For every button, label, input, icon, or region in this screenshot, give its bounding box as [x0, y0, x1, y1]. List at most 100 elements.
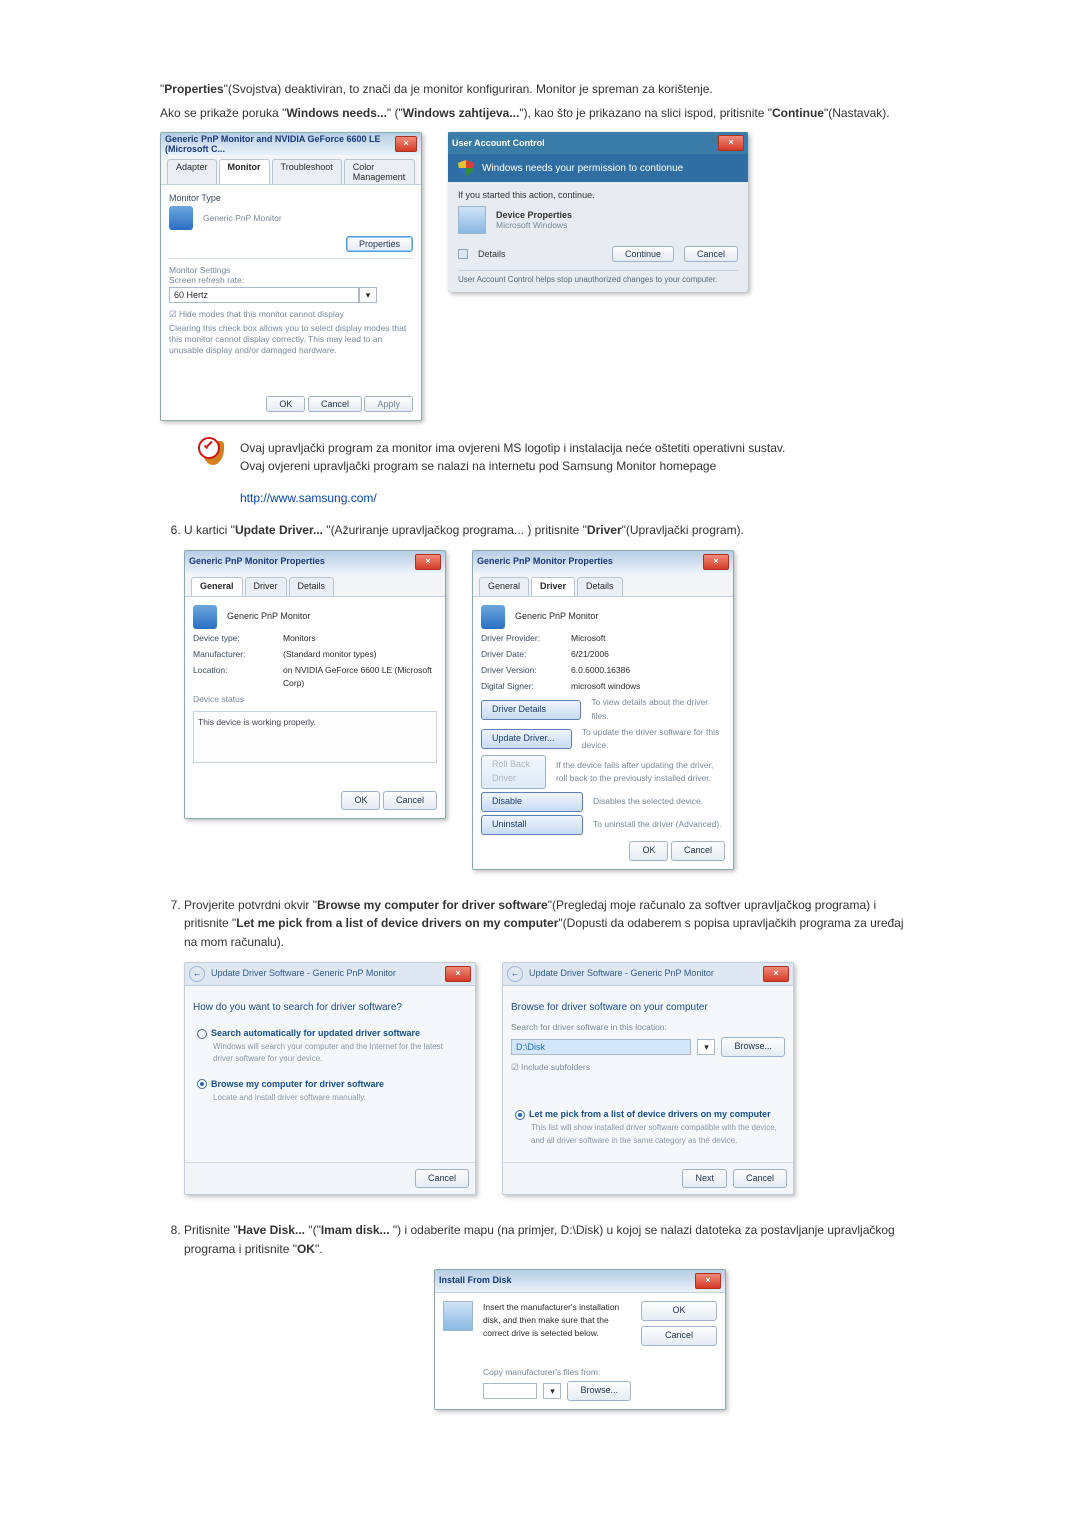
step-6: U kartici "Update Driver... "(Ažuriranje… — [184, 521, 920, 870]
ok-button[interactable]: OK — [341, 791, 380, 811]
refresh-label: Screen refresh rate: — [169, 275, 413, 285]
driver-details-button[interactable]: Driver Details — [481, 700, 581, 720]
back-icon[interactable]: ← — [189, 966, 205, 982]
close-icon[interactable]: × — [763, 966, 789, 982]
copy-path-input[interactable] — [483, 1383, 537, 1399]
uninstall-desc: To uninstall the driver (Advanced). — [593, 818, 722, 831]
titlebar: Generic PnP Monitor and NVIDIA GeForce 6… — [161, 133, 421, 155]
hide-modes-label: Hide modes that this monitor cannot disp… — [179, 309, 344, 319]
cancel-button[interactable]: Cancel — [684, 246, 738, 262]
cancel-button[interactable]: Cancel — [733, 1169, 787, 1189]
checkbox-hide-modes[interactable]: ☑ — [169, 309, 177, 319]
option-browse-computer[interactable]: Browse my computer for driver software L… — [193, 1072, 467, 1110]
wizard-heading: Browse for driver software on your compu… — [511, 1000, 785, 1016]
cancel-button[interactable]: Cancel — [383, 791, 437, 811]
signer-value: microsoft windows — [571, 680, 640, 693]
ok-button[interactable]: OK — [266, 396, 305, 412]
ifd-message: Insert the manufacturer's installation d… — [483, 1301, 631, 1341]
close-icon[interactable]: × — [703, 554, 729, 570]
details-link[interactable]: Details — [478, 249, 506, 259]
letme-sub: This list will show installed driver sof… — [531, 1122, 781, 1147]
option-let-me-pick[interactable]: Let me pick from a list of device driver… — [511, 1102, 785, 1153]
path-input[interactable]: D:\Disk — [511, 1039, 691, 1055]
cancel-button[interactable]: Cancel — [671, 841, 725, 861]
cancel-button[interactable]: Cancel — [415, 1169, 469, 1189]
properties-button[interactable]: Properties — [346, 236, 413, 252]
tab-general[interactable]: General — [191, 577, 243, 596]
cancel-button[interactable]: Cancel — [641, 1326, 717, 1346]
wizard-heading: How do you want to search for driver sof… — [193, 1000, 467, 1016]
browse-button[interactable]: Browse... — [721, 1037, 785, 1057]
close-icon[interactable]: × — [415, 554, 441, 570]
uac-started-text: If you started this action, continue. — [458, 190, 738, 200]
browse-button[interactable]: Browse... — [567, 1381, 631, 1401]
continue-button[interactable]: Continue — [612, 246, 674, 262]
tab-driver[interactable]: Driver — [531, 577, 575, 596]
status-box: This device is working properly. — [193, 711, 437, 763]
update-driver-button[interactable]: Update Driver... — [481, 729, 572, 749]
uac-headline-strip: Windows needs your permission to contion… — [448, 154, 748, 182]
uac-titlebar: User Account Control × — [448, 132, 748, 154]
uac-dialog: User Account Control × Windows needs you… — [448, 132, 748, 292]
tab-driver[interactable]: Driver — [245, 577, 287, 596]
cancel-button[interactable]: Cancel — [308, 396, 362, 412]
close-icon[interactable]: × — [695, 1273, 721, 1289]
monitor-icon — [481, 605, 505, 629]
uninstall-button[interactable]: Uninstall — [481, 815, 583, 835]
figure-row-4: Install From Disk × Insert the manufactu… — [184, 1269, 920, 1411]
radio-icon — [515, 1110, 525, 1120]
close-icon[interactable]: × — [718, 135, 744, 151]
tab-color-management[interactable]: Color Management — [344, 159, 415, 184]
update-wizard-2: ← Update Driver Software - Generic PnP M… — [502, 962, 794, 1196]
date-value: 6/21/2006 — [571, 648, 609, 661]
close-icon[interactable]: × — [445, 966, 471, 982]
ok-button[interactable]: OK — [629, 841, 668, 861]
chevron-down-icon[interactable]: ▾ — [543, 1383, 561, 1399]
note-line-2: Ovaj ovjereni upravljački program se nal… — [240, 457, 785, 475]
program-icon — [458, 206, 486, 234]
note-line-1: Ovaj upravljački program za monitor ima … — [240, 439, 785, 457]
chevron-down-icon[interactable]: ▾ — [697, 1039, 715, 1055]
location-value: on NVIDIA GeForce 6600 LE (Microsoft Cor… — [283, 664, 437, 690]
tab-general[interactable]: General — [479, 577, 529, 596]
provider-value: Microsoft — [571, 632, 605, 645]
tab-monitor[interactable]: Monitor — [219, 159, 270, 184]
shield-icon — [458, 160, 474, 176]
device-heading: Generic PnP Monitor — [515, 610, 598, 624]
monitor-type-label: Monitor Type — [169, 193, 249, 203]
manuf-label: Manufacturer: — [193, 648, 273, 661]
install-from-disk-dialog: Install From Disk × Insert the manufactu… — [434, 1269, 726, 1411]
hide-modes-desc: Clearing this check box allows you to se… — [169, 323, 413, 356]
version-value: 6.0.6000.16386 — [571, 664, 630, 677]
certified-shield-icon — [200, 439, 228, 467]
figure-row-2: Generic PnP Monitor Properties × General… — [184, 550, 920, 870]
tabs: Adapter Monitor Troubleshoot Color Manag… — [161, 155, 421, 184]
figure-row-3: ← Update Driver Software - Generic PnP M… — [184, 962, 920, 1196]
chevron-down-icon[interactable]: ▾ — [359, 287, 377, 303]
rollback-desc: If the device fails after updating the d… — [556, 759, 725, 785]
monitor-name: Generic PnP Monitor — [203, 213, 282, 223]
tab-adapter[interactable]: Adapter — [167, 159, 217, 184]
option-auto-search[interactable]: Search automatically for updated driver … — [193, 1021, 467, 1072]
intro-para-2: Ako se prikaže poruka "Windows needs..."… — [160, 104, 920, 122]
uac-title: User Account Control — [452, 138, 545, 148]
next-button[interactable]: Next — [682, 1169, 727, 1189]
disable-desc: Disables the selected device. — [593, 795, 703, 808]
tab-details[interactable]: Details — [577, 577, 623, 596]
ok-button[interactable]: OK — [641, 1301, 717, 1321]
monitor-properties-window: Generic PnP Monitor and NVIDIA GeForce 6… — [160, 132, 422, 421]
checkbox-include-sub[interactable]: ☑ — [511, 1062, 519, 1072]
close-icon[interactable]: × — [395, 136, 417, 152]
samsung-link[interactable]: http://www.samsung.com/ — [240, 491, 377, 505]
tab-details[interactable]: Details — [289, 577, 335, 596]
version-label: Driver Version: — [481, 664, 561, 677]
tab-troubleshoot[interactable]: Troubleshoot — [272, 159, 342, 184]
uac-item-sub: Microsoft Windows — [496, 220, 572, 230]
include-sub-label: Include subfolders — [521, 1062, 590, 1072]
refresh-select[interactable]: 60 Hertz — [169, 287, 359, 303]
disable-button[interactable]: Disable — [481, 792, 583, 812]
expand-icon[interactable] — [458, 249, 468, 259]
back-icon[interactable]: ← — [507, 966, 523, 982]
status-header: Device status — [193, 693, 437, 706]
search-label: Search for driver software in this locat… — [511, 1021, 785, 1034]
